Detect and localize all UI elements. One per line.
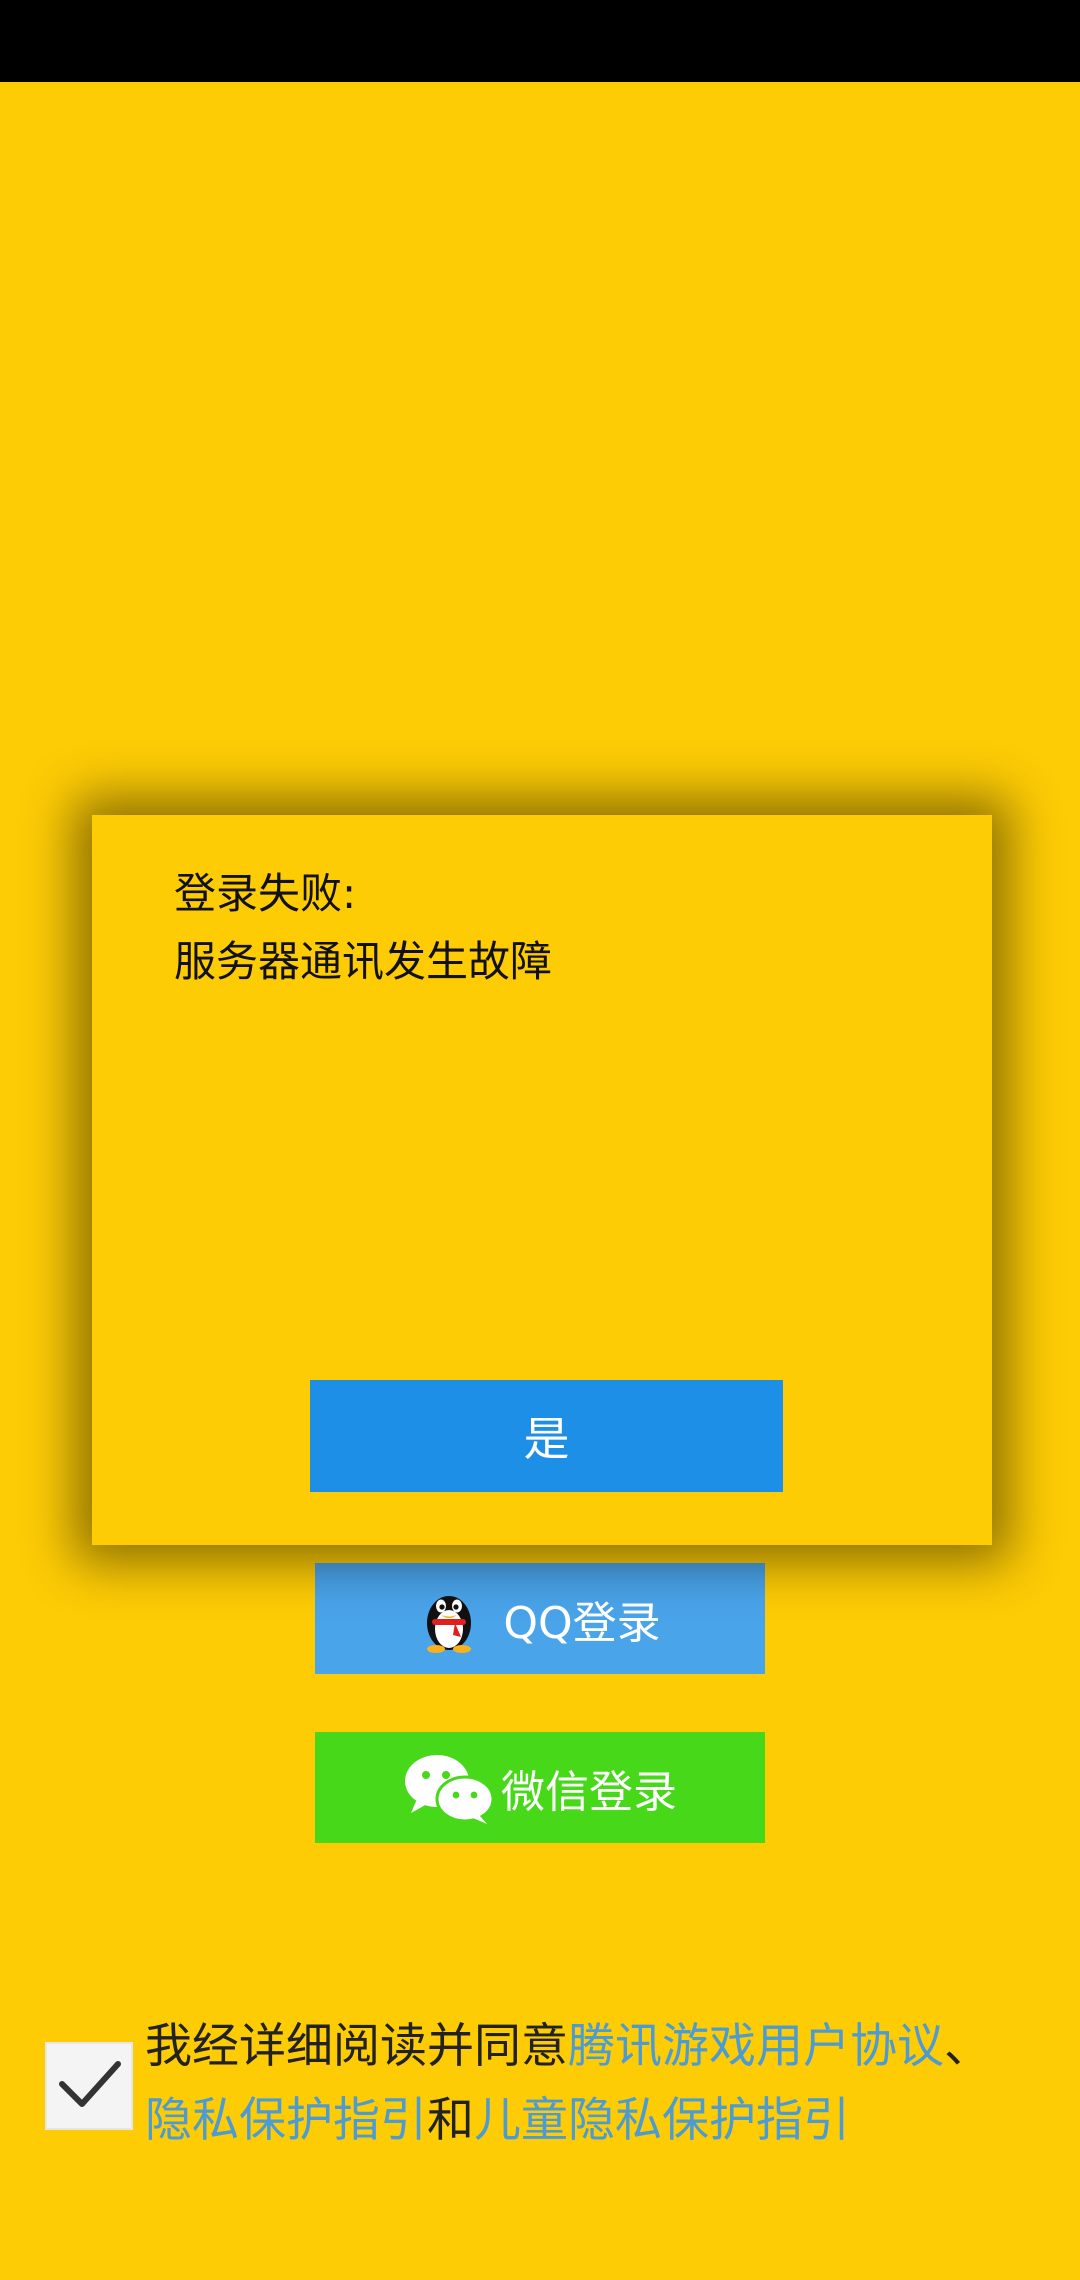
qq-login-label: QQ登录 [503, 1597, 661, 1649]
login-failed-dialog: 登录失败: 服务器通讯发生故障 是 [92, 815, 992, 1545]
child-privacy-guide-link[interactable]: 儿童隐私保护指引 [474, 2093, 850, 2148]
qq-login-button[interactable]: QQ登录 [315, 1563, 765, 1674]
confirm-button[interactable]: 是 [310, 1380, 783, 1492]
dialog-title: 登录失败: [174, 869, 357, 918]
status-bar [0, 0, 1080, 82]
wechat-login-button[interactable]: 微信登录 [315, 1732, 765, 1843]
agreement-prefix: 我经详细阅读并同意 [145, 2019, 568, 2074]
agreement-separator: 、 [944, 2019, 991, 2074]
dialog-message: 服务器通讯发生故障 [174, 937, 553, 986]
agreement-conjunction: 和 [427, 2093, 474, 2148]
dialog-text: 登录失败: 服务器通讯发生故障 [174, 860, 552, 996]
privacy-guide-link[interactable]: 隐私保护指引 [145, 2093, 427, 2148]
qq-penguin-icon [419, 1585, 479, 1653]
checkmark-icon [54, 2054, 124, 2118]
wechat-icon [403, 1751, 495, 1825]
agreement-text: 我经详细阅读并同意腾讯游戏用户协议、隐私保护指引和儿童隐私保护指引 [145, 2010, 1025, 2158]
wechat-login-label: 微信登录 [501, 1766, 677, 1818]
agreement-checkbox[interactable] [45, 2042, 133, 2130]
user-agreement-link[interactable]: 腾讯游戏用户协议 [568, 2019, 944, 2074]
